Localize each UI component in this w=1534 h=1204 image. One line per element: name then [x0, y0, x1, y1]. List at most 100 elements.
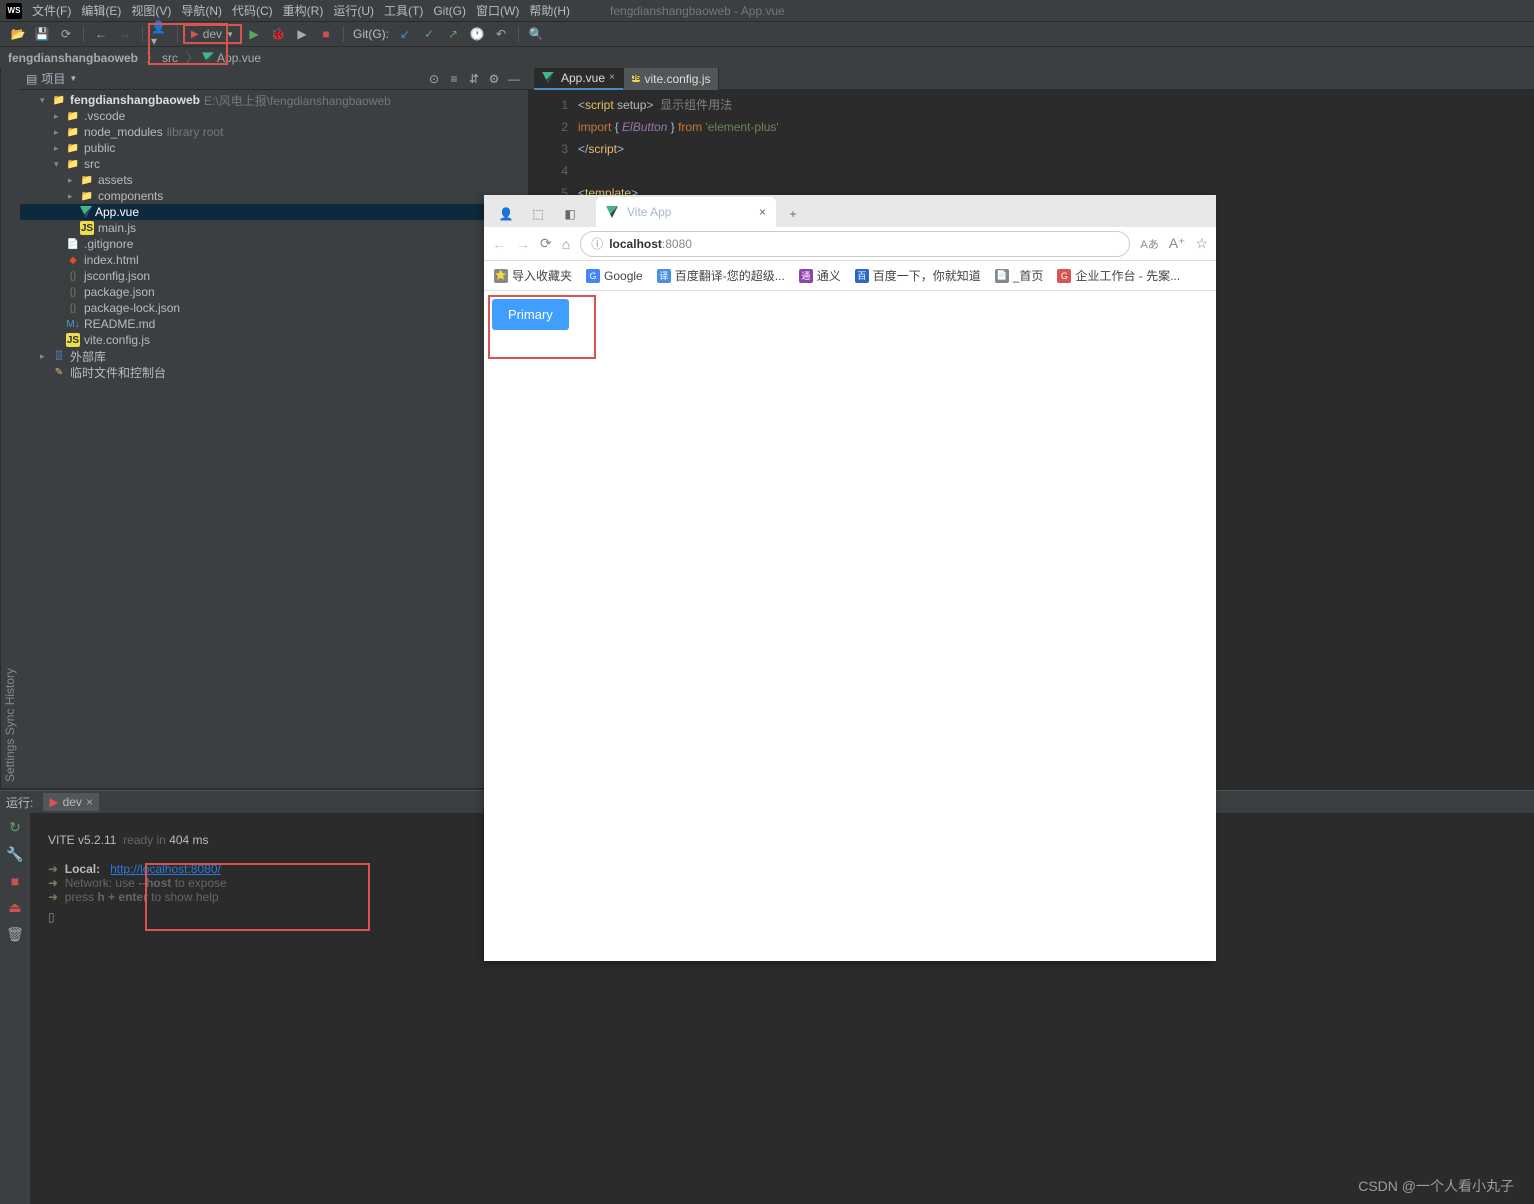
tree-item[interactable]: {}package.json	[20, 284, 528, 300]
tree-item[interactable]: JSvite.config.js	[20, 332, 528, 348]
close-tab-icon[interactable]: ×	[759, 205, 766, 219]
menu-code[interactable]: 代码(C)	[232, 2, 273, 19]
stop-icon[interactable]: ■	[11, 873, 19, 889]
home-button[interactable]: ⌂	[562, 236, 570, 252]
tree-item[interactable]: JSmain.js	[20, 220, 528, 236]
menu-file[interactable]: 文件(F)	[32, 2, 71, 19]
tree-item[interactable]: ▾📁src	[20, 156, 528, 172]
forward-button[interactable]: →	[516, 236, 530, 252]
search-icon[interactable]: 🔍	[527, 25, 545, 43]
git-push-icon[interactable]: ↗	[444, 25, 462, 43]
run-config-selector[interactable]: ▶ dev ▼	[183, 24, 242, 44]
tree-item[interactable]: ▸📁assets	[20, 172, 528, 188]
menu-refactor[interactable]: 重构(R)	[283, 2, 324, 19]
menu-git[interactable]: Git(G)	[433, 4, 466, 18]
open-file-icon[interactable]: 📂	[9, 25, 27, 43]
translate-icon[interactable]: Aあ	[1140, 236, 1158, 252]
reload-button[interactable]: ⟳	[540, 235, 552, 252]
browser-tab[interactable]: Vite App ×	[596, 197, 776, 227]
save-all-icon[interactable]: 💾	[33, 25, 51, 43]
run-tab-dev[interactable]: ▶ dev ×	[43, 793, 99, 811]
forward-icon[interactable]: →	[116, 25, 134, 43]
menu-view[interactable]: 视图(V)	[131, 2, 171, 19]
git-rollback-icon[interactable]: ↶	[492, 25, 510, 43]
tab-vite-config[interactable]: JS vite.config.js	[624, 68, 720, 90]
hide-panel-icon[interactable]: —	[506, 71, 522, 87]
breadcrumb-src[interactable]: src	[162, 51, 178, 65]
settings-sync-tab[interactable]: Settings Sync History	[3, 74, 17, 782]
menu-help[interactable]: 帮助(H)	[529, 2, 570, 19]
git-history-icon[interactable]: 🕐	[468, 25, 486, 43]
bookmark-item[interactable]: 百百度一下，你就知道	[855, 267, 981, 284]
back-button[interactable]: ←	[492, 236, 506, 252]
sync-icon[interactable]: ⟳	[57, 25, 75, 43]
tree-item[interactable]: ▸📁.vscode	[20, 108, 528, 124]
tree-item[interactable]: ▸⫿⫿外部库	[20, 348, 528, 364]
tabs-icon[interactable]: ◧	[557, 201, 583, 227]
bookmark-item[interactable]: 📄_首页	[995, 267, 1044, 284]
breadcrumb-file[interactable]: App.vue	[202, 51, 261, 65]
menu-edit[interactable]: 编辑(E)	[81, 2, 121, 19]
tree-item[interactable]: {}package-lock.json	[20, 300, 528, 316]
tree-item[interactable]: ▾📁fengdianshangbaowebE:\风电上报\fengdiansha…	[20, 92, 528, 108]
read-aloud-icon[interactable]: A⁺	[1169, 235, 1186, 252]
favorite-icon[interactable]: ☆	[1195, 235, 1208, 252]
menu-tools[interactable]: 工具(T)	[384, 2, 423, 19]
bookmark-item[interactable]: ⭐导入收藏夹	[494, 267, 572, 284]
tree-item[interactable]: ✎临时文件和控制台	[20, 364, 528, 380]
url-input[interactable]: ⓘ localhost:8080	[580, 231, 1130, 257]
new-tab-button[interactable]: +	[780, 201, 806, 227]
bookmark-item[interactable]: GGoogle	[586, 269, 643, 283]
close-icon[interactable]: ×	[609, 72, 615, 83]
tree-item[interactable]: ▸📁public	[20, 140, 528, 156]
tree-item[interactable]: ▸📁node_moduleslibrary root	[20, 124, 528, 140]
trash-icon[interactable]: 🗑	[6, 926, 24, 943]
avatar-icon[interactable]: 👤▾	[151, 25, 169, 43]
left-tool-strip: Settings Sync History	[0, 68, 20, 788]
locate-icon[interactable]: ⊙	[426, 71, 442, 87]
project-header: ▤项目▼ ⊙ ≡ ⇵ ⚙ —	[20, 68, 528, 90]
expand-all-icon[interactable]: ≡	[446, 71, 462, 87]
tree-item[interactable]: M↓README.md	[20, 316, 528, 332]
primary-button[interactable]: Primary	[492, 299, 569, 330]
play-icon: ▶	[49, 795, 58, 809]
breadcrumb-root[interactable]: fengdianshangbaoweb	[8, 51, 138, 65]
bookmark-item[interactable]: 通通义	[799, 267, 841, 284]
tab-app-vue[interactable]: App.vue ×	[534, 68, 624, 90]
vue-icon	[606, 206, 618, 218]
tree-item[interactable]: ◆index.html	[20, 252, 528, 268]
rerun-icon[interactable]: ↻	[9, 819, 21, 836]
editor-tabs: App.vue × JS vite.config.js	[528, 68, 1534, 90]
webstorm-logo-icon: WS	[6, 3, 22, 19]
tree-item[interactable]: 📄.gitignore	[20, 236, 528, 252]
gear-icon[interactable]: ⚙	[486, 71, 502, 87]
git-commit-icon[interactable]: ✓	[420, 25, 438, 43]
run-config-name: dev	[203, 27, 222, 41]
close-icon[interactable]: ×	[86, 795, 93, 809]
coverage-button[interactable]: ▶	[293, 25, 311, 43]
debug-button[interactable]: 🐞	[269, 25, 287, 43]
back-icon[interactable]: ←	[92, 25, 110, 43]
bookmark-item[interactable]: G企业工作台 - 先案...	[1057, 267, 1180, 284]
run-button[interactable]: ▶	[245, 25, 263, 43]
stop-button[interactable]: ■	[317, 25, 335, 43]
local-url-link[interactable]: http://localhost:8080/	[110, 862, 221, 876]
menu-run[interactable]: 运行(U)	[333, 2, 374, 19]
project-title[interactable]: ▤项目▼	[26, 70, 77, 87]
info-icon[interactable]: ⓘ	[591, 235, 603, 252]
tree-item[interactable]: ▸📁components	[20, 188, 528, 204]
menu-window[interactable]: 窗口(W)	[476, 2, 519, 19]
workspaces-icon[interactable]: ⬚	[525, 201, 551, 227]
menu-navigate[interactable]: 导航(N)	[181, 2, 222, 19]
bookmark-item[interactable]: 译百度翻译-您的超级...	[657, 267, 785, 284]
git-update-icon[interactable]: ↙	[396, 25, 414, 43]
exit-icon[interactable]: ⏏	[8, 899, 21, 916]
browser-window: 👤 ⬚ ◧ Vite App × + ← → ⟳ ⌂ ⓘ localhost:8…	[484, 195, 1216, 961]
profile-icon[interactable]: 👤	[493, 201, 519, 227]
wrench-icon[interactable]: 🔧	[6, 846, 23, 863]
tree-item[interactable]: App.vue	[20, 204, 528, 220]
code-area[interactable]: <script setup> 显示组件用法 import { ElButton …	[578, 90, 779, 204]
tree-item[interactable]: {}jsconfig.json	[20, 268, 528, 284]
collapse-all-icon[interactable]: ⇵	[466, 71, 482, 87]
menu-bar: WS 文件(F) 编辑(E) 视图(V) 导航(N) 代码(C) 重构(R) 运…	[0, 0, 1534, 22]
